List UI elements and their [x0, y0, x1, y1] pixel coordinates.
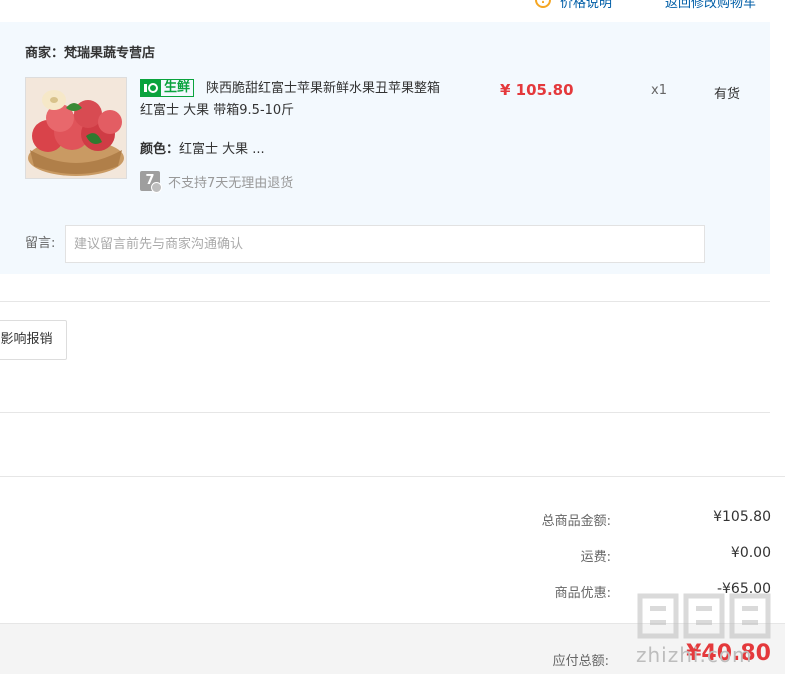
price-explain-link[interactable]: 价格说明: [560, 0, 612, 11]
stock-status: 有货: [714, 87, 741, 102]
product-price: ¥ 105.80: [500, 81, 574, 99]
no-return-icon: 7: [140, 171, 162, 193]
message-label: 留言:: [25, 236, 56, 251]
product-image[interactable]: [25, 77, 127, 179]
message-input[interactable]: [65, 225, 705, 263]
product-title-text[interactable]: 陕西脆甜红富士苹果新鲜水果丑苹果整箱 红富士 大果 带箱9.5-10斤: [140, 81, 440, 118]
receipt-button[interactable]: 影响报销: [0, 320, 67, 360]
divider: [0, 476, 785, 477]
shipping-label: 运费:: [580, 550, 611, 565]
apple-basket-image: [26, 78, 126, 178]
back-to-cart-link[interactable]: 返回修改购物车: [665, 0, 756, 11]
product-quantity: x1: [651, 83, 667, 98]
help-icon[interactable]: !: [535, 0, 551, 8]
attr-label: 颜色：: [140, 142, 180, 157]
product-title[interactable]: 陕西脆甜红富士苹果新鲜水果丑苹果整箱 红富士 大果 带箱9.5-10斤: [140, 78, 440, 122]
shop-label: 商家：: [25, 46, 65, 61]
shop-name-link[interactable]: 梵瑞果蔬专营店: [64, 46, 155, 61]
goods-total-value: ¥105.80: [713, 509, 771, 525]
divider: [0, 412, 770, 413]
watermark-text: zhizhi.com: [636, 643, 753, 667]
goods-total-label: 总商品金额:: [541, 514, 611, 529]
product-attribute: 颜色：红富士 大果 ...: [140, 138, 265, 157]
shipping-value: ¥0.00: [730, 545, 771, 561]
total-label: 应付总额:: [552, 654, 609, 669]
no-return-policy: 不支持7天无理由退货: [168, 176, 294, 191]
discount-label: 商品优惠:: [554, 586, 611, 601]
divider: [0, 301, 770, 302]
attr-value: 红富士 大果 ...: [179, 142, 265, 157]
discount-value: -¥65.00: [716, 581, 771, 597]
shop-name: 商家：梵瑞果蔬专营店: [25, 42, 155, 61]
